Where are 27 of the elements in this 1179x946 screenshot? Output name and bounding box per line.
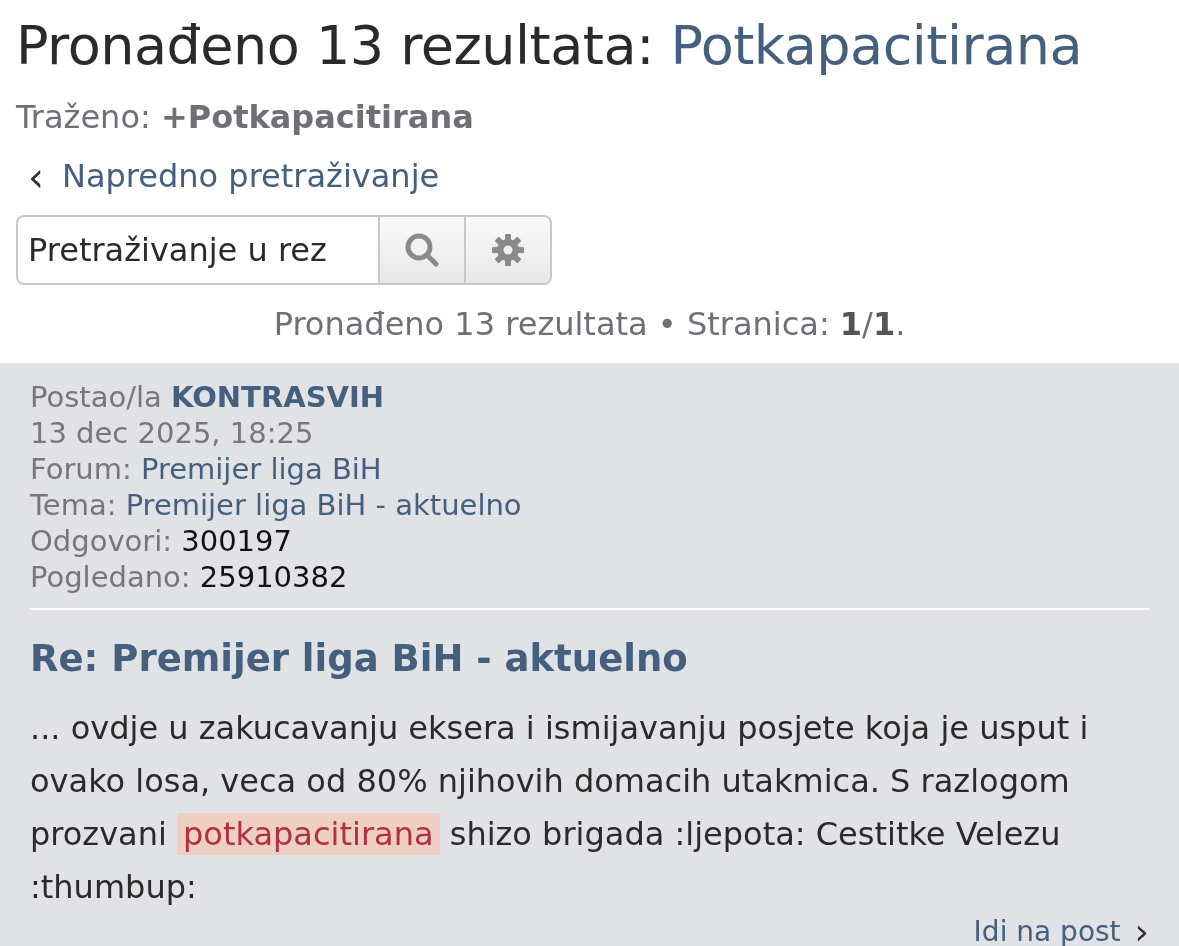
settings-button[interactable] [466,215,552,285]
meta-label: Pogledano: [30,560,191,594]
meta-value: 300197 [181,524,292,558]
query-link[interactable]: Potkapacitirana [670,14,1083,77]
settings-icon [490,232,526,268]
search-button[interactable] [380,215,466,285]
post-excerpt: ... ovdje u zakucavanju eksera i ismijavanju posjete koja je usput i ovako losa, veca od 80% njihovih domacih utakmica. S razlogom prozvani potkapacitirana shizo brigada :ljepota: Cestitke Velezu :thumbup: [30,708,1090,908]
meta-label: Tema: [30,488,117,522]
page-heading: Pronađeno 13 rezultata: [16,14,654,77]
page-number: 1/1. [839,305,906,343]
chevron-right-icon: › [1134,917,1149,946]
meta-label: Forum: [30,452,132,486]
meta-label: Odgovori: [30,524,173,558]
post-title-link[interactable]: Re: Premijer liga BiH - aktuelno [30,636,1149,681]
meta-value: 25910382 [199,560,348,594]
meta-link[interactable]: Premijer liga BiH [140,452,382,486]
post-date: 13 dec 2025, 18:25 [30,416,314,450]
meta-link[interactable]: Premijer liga BiH - aktuelno [125,488,522,522]
author-label: Postao/la [30,380,162,414]
search-field[interactable]: Pretraživanje u rez [16,215,380,285]
searched-label: Traženo: [16,98,151,136]
results-summary: Pronađeno 13 rezultata • Stranica: [273,305,830,343]
advanced-search-link[interactable]: Napredno pretraživanje [62,157,440,196]
go-to-post-link[interactable]: Idi na post [973,914,1121,946]
author-link[interactable]: KONTRASVIH [171,380,385,414]
search-terms: +Potkapacitirana [160,98,474,136]
chevron-left-icon: ‹ [28,161,44,192]
